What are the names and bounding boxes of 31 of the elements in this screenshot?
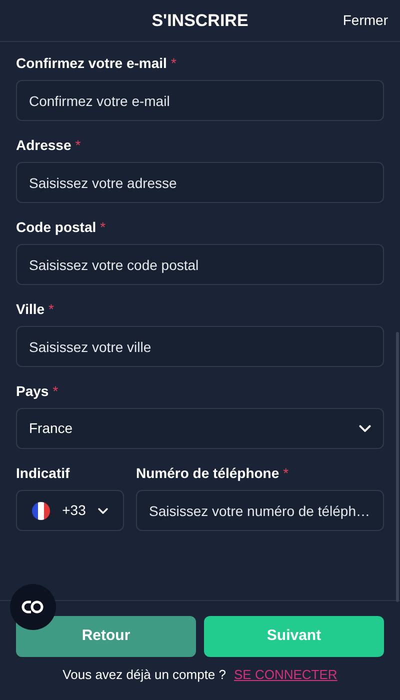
- text-field[interactable]: Saisissez votre adresse: [16, 162, 384, 203]
- footer-text: Vous avez déjà un compte ?: [62, 666, 226, 684]
- chat-bubble-button[interactable]: [10, 584, 56, 630]
- phone-field[interactable]: Saisissez votre numéro de téléph…: [136, 490, 384, 531]
- flag-icon: [32, 502, 50, 520]
- dial-code: +33: [62, 501, 86, 520]
- chevron-down-icon: [98, 508, 108, 514]
- required-mark: *: [170, 54, 176, 73]
- field-label: Adresse: [16, 136, 72, 155]
- text-field[interactable]: Saisissez votre ville: [16, 326, 384, 367]
- field-label: Confirmez votre e-mail: [16, 54, 167, 73]
- required-mark: *: [100, 218, 106, 237]
- page-title: S'INSCRIRE: [152, 10, 248, 32]
- required-mark: *: [283, 464, 289, 483]
- country-select[interactable]: France: [16, 408, 384, 449]
- chevron-down-icon: [359, 424, 371, 432]
- required-mark: *: [75, 136, 81, 155]
- text-field[interactable]: Confirmez votre e-mail: [16, 80, 384, 121]
- required-mark: *: [48, 300, 54, 319]
- scrollbar[interactable]: [396, 332, 399, 602]
- field-label: Indicatif: [16, 464, 70, 483]
- field-label: Pays: [16, 382, 49, 401]
- field-label: Ville: [16, 300, 45, 319]
- text-field[interactable]: Saisissez votre code postal: [16, 244, 384, 285]
- field-label: Code postal: [16, 218, 96, 237]
- select-value: France: [29, 419, 73, 438]
- required-mark: *: [52, 382, 58, 401]
- country-code-select[interactable]: +33: [16, 490, 124, 531]
- field-label: Numéro de téléphone: [136, 464, 280, 483]
- close-button[interactable]: Fermer: [342, 10, 388, 31]
- link-icon: [21, 600, 45, 614]
